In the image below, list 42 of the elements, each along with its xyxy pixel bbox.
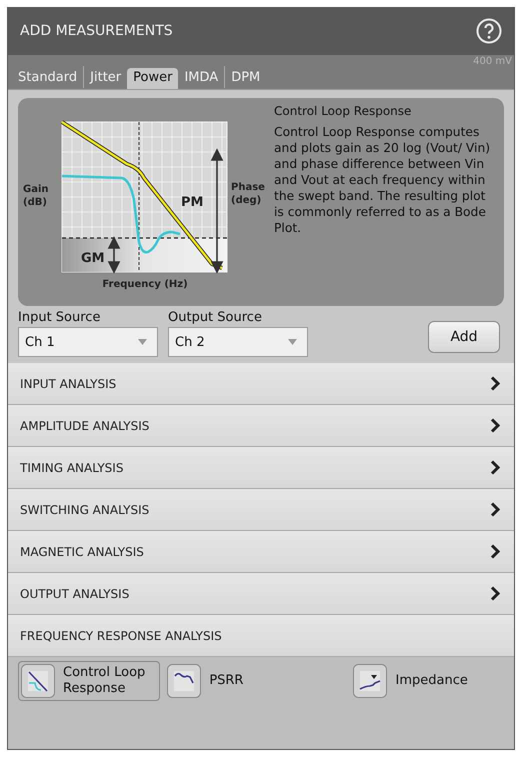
dropdown-arrow-icon bbox=[138, 339, 147, 345]
measurement-item[interactable]: Impedance bbox=[350, 661, 471, 701]
axis-label: Frequency (Hz) bbox=[102, 279, 188, 290]
bode-plot-icon bbox=[21, 664, 55, 698]
chevron-right-icon bbox=[490, 586, 500, 601]
help-icon[interactable] bbox=[476, 18, 502, 44]
measurement-description: Control Loop Response computes and plots gain as 20 log (Vout/ Vin) and phase difference between Vin and Vout at each frequency within the swept band. The resulting plot is commonly referred to as a Bode Plot. bbox=[274, 124, 492, 236]
scale-label: 400 mV bbox=[473, 56, 512, 67]
add-button[interactable]: Add bbox=[428, 321, 500, 353]
axis-label: Gain (dB) bbox=[23, 184, 49, 208]
tab[interactable]: IMDA bbox=[178, 68, 224, 89]
dropdown-arrow-icon bbox=[288, 339, 297, 345]
output-source-dropdown[interactable]: Ch 2 bbox=[168, 327, 308, 357]
input-source-label: Input Source bbox=[18, 310, 102, 325]
tab[interactable]: Standard bbox=[12, 68, 84, 89]
tab[interactable]: DPM bbox=[225, 68, 266, 89]
chevron-right-icon bbox=[490, 544, 500, 559]
section-header[interactable]: SWITCHING ANALYSIS bbox=[8, 489, 514, 531]
curve-plot-icon bbox=[167, 664, 202, 698]
gm-label: GM bbox=[81, 251, 105, 266]
output-source-label: Output Source bbox=[168, 310, 263, 325]
chevron-right-icon bbox=[490, 418, 500, 433]
section-header[interactable]: OUTPUT ANALYSIS bbox=[8, 573, 514, 615]
section-header[interactable]: TIMING ANALYSIS bbox=[8, 447, 514, 489]
rising-curve-icon bbox=[353, 664, 388, 698]
gain-margin-arrow bbox=[108, 236, 120, 274]
axis-label: Phase (deg) bbox=[231, 182, 265, 206]
chevron-right-icon bbox=[490, 376, 500, 391]
section-header[interactable]: INPUT ANALYSIS bbox=[8, 363, 514, 405]
input-source-dropdown[interactable]: Ch 1 bbox=[18, 327, 158, 357]
pm-label: PM bbox=[181, 195, 204, 210]
tab[interactable]: Power bbox=[127, 68, 178, 89]
section-header[interactable]: AMPLITUDE ANALYSIS bbox=[8, 405, 514, 447]
tab[interactable]: Jitter bbox=[84, 68, 128, 89]
section-header[interactable]: FREQUENCY RESPONSE ANALYSIS bbox=[8, 615, 514, 657]
chevron-right-icon bbox=[490, 460, 500, 475]
measurement-item[interactable]: Control Loop Response bbox=[18, 661, 160, 701]
measurement-item[interactable]: PSRR bbox=[164, 661, 246, 701]
measurement-title: Control Loop Response bbox=[274, 104, 412, 118]
section-header[interactable]: MAGNETIC ANALYSIS bbox=[8, 531, 514, 573]
chevron-right-icon bbox=[490, 502, 500, 517]
window-title: ADD MEASUREMENTS bbox=[20, 23, 173, 39]
